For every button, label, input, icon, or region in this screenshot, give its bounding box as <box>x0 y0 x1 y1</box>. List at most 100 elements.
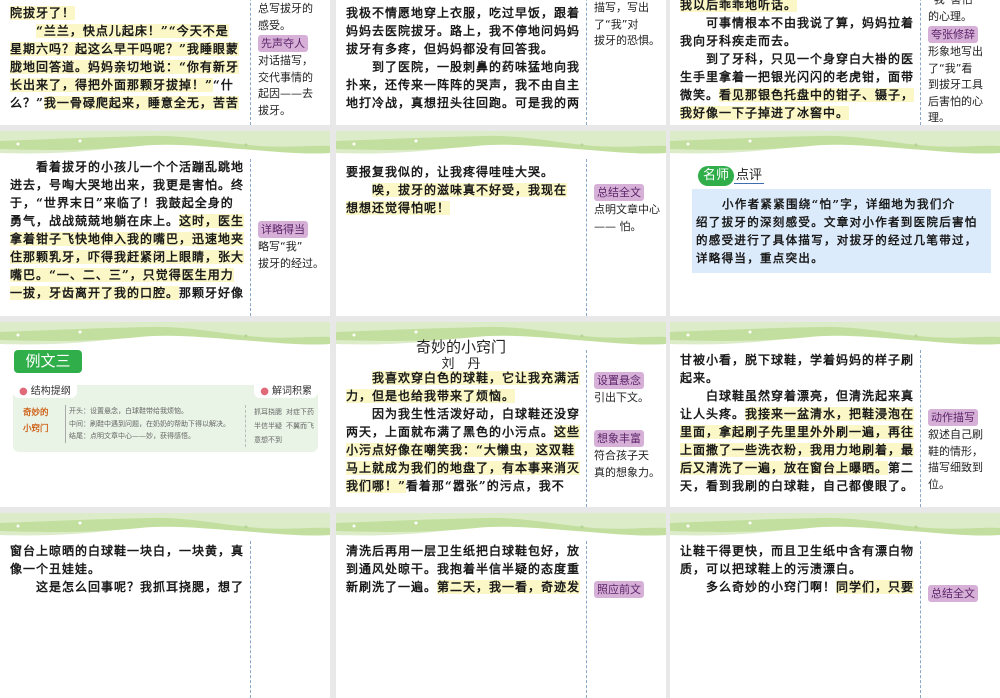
slide-thumbnail[interactable]: 看着拔牙的小孩儿一个个活蹦乱跳地 进去，号啕大哭地出来，我更是害怕。终 于，“世界末… <box>0 131 330 316</box>
text-line: 于，“世界末日”来临了！我鼓起全身的 <box>10 194 246 212</box>
decorative-header-band <box>0 322 330 352</box>
annotation-text: 描写细致到 <box>928 461 983 474</box>
slide-thumbnail[interactable]: 奇妙的小窍门刘 丹我喜欢穿白色的球鞋，它让我充满活 力，但是也给我带来了烦恼。 因为… <box>336 322 666 507</box>
text-line: 我极不情愿地穿上衣服，吃过早饭，跟着 <box>346 4 582 22</box>
slide-thumbnail[interactable]: 例文三 ● 结构提纲 ● 解词积累 奇妙的 小窍门 开头：设置悬念，白球鞋带给我烦恼。 中间：刷… <box>0 322 330 507</box>
annotation-tag: 设置悬念 <box>594 372 644 389</box>
annotation-note: 设置悬念 引出下文。 <box>594 371 664 407</box>
word-item: 抓耳挠腮 <box>254 408 282 416</box>
highlighted-text: 我以后乖乖地听话。 <box>680 0 798 12</box>
dashed-divider <box>586 541 587 698</box>
slide-thumbnail[interactable]: 院拔牙了！ “兰兰，快点儿起床！”“今天不是 星期六吗？起这么早干吗呢？”我睡眼蒙胧… <box>0 0 330 125</box>
annotation-tag: 照应前文 <box>594 581 644 598</box>
article-text: 要报复我似的，让我疼得哇哇大哭。 唉，拔牙的滋味真不好受，我现在 想想还觉得怕呢！ <box>346 163 582 217</box>
slide-thumbnail[interactable]: 要报复我似的，让我疼得哇哇大哭。 唉，拔牙的滋味真不好受，我现在 想想还觉得怕呢！总… <box>336 131 666 316</box>
text-line: 我们哪！”看着那“嚣张”的污点，我不 <box>346 477 582 495</box>
text-line: 起来。 <box>680 369 916 387</box>
slide-thumbnail[interactable]: 甘被小看，脱下球鞋，学着妈妈的样子刷 起来。 白球鞋虽然穿着漂亮，但清洗起来真 让人头… <box>670 322 1000 507</box>
text-line: 想想还觉得怕呢！ <box>346 199 582 217</box>
text-segment: 两天，上面就布满了黑色的小污点。 <box>346 425 555 439</box>
text-line: 像一个丑娃娃。 <box>10 560 246 578</box>
annotation-note: 总结全文 <box>928 584 998 603</box>
outline-item: 中间：刷鞋中遇到问题，在奶奶的帮助下得以解决。 <box>69 419 230 428</box>
dashed-divider <box>920 0 921 125</box>
outline-item: 结尾：点明文章中心——妙，获得感悟。 <box>69 432 195 440</box>
annotation-note: 照应前文 <box>594 580 664 599</box>
text-segment: 甘被小看，脱下球鞋，学着妈妈的样子刷 <box>680 353 915 367</box>
annotation-text: 起因——去 <box>258 87 313 100</box>
annotation-note: 详略得当 略写“我” 拔牙的经过。 <box>258 220 328 272</box>
text-line: 嘴巴。“一、二、三”，只觉得医生用力 <box>10 266 246 284</box>
text-line: 里面，拿起刷子先里里外外刷一遍，再往 <box>680 423 916 441</box>
highlighted-text: 里面，拿起刷子先里里外外刷一遍，再往 <box>680 425 915 439</box>
text-line: 唉，拔牙的滋味真不好受，我现在 <box>346 181 582 199</box>
slide-thumbnail[interactable]: 清洗后再用一层卫生纸把白球鞋包好，放 到通风处晾干。我抱着半信半疑的态度重 新刷洗了… <box>336 513 666 698</box>
text-segment: 像一个丑娃娃。 <box>10 562 102 576</box>
annotation-tag: 总结全文 <box>928 585 978 602</box>
teacher-badge: 名师 <box>698 166 735 186</box>
text-line: 白球鞋虽然穿着漂亮，但清洗起来真 <box>680 387 916 405</box>
text-line: 质，可以把球鞋上的污渍漂白。 <box>680 560 916 578</box>
highlighted-text: 长出来了，得把外面那颗牙拔掉！” <box>10 78 213 92</box>
article-text: 窗台上晾晒的白球鞋一块白，一块黄，真 像一个丑娃娃。 这是怎么回事呢？我抓耳挠腮，想… <box>10 542 246 596</box>
annotation-text: 真的想象力。 <box>594 465 660 479</box>
decorative-header-band <box>336 513 666 543</box>
text-segment: 地打冷战，真想扭头往回跑。可是我的两 <box>346 96 581 110</box>
highlighted-text: 小污点好像在嘲笑我：“大懒虫，这双鞋 <box>346 443 575 457</box>
text-segment: 因为我生性活泼好动，白球鞋还没穿 <box>372 407 581 421</box>
slide-thumbnail[interactable]: 我以后乖乖地听话。 可事情根本不由我说了算，妈妈拉着 我向牙科疾走而去。 到了牙科，只… <box>670 0 1000 125</box>
text-line: 到了医院，一股刺鼻的药味猛地向我 <box>346 58 582 76</box>
slide-thumbnail[interactable]: 窗台上晾晒的白球鞋一块白，一块黄，真 像一个丑娃娃。 这是怎么回事呢？我抓耳挠腮，想… <box>0 513 330 698</box>
text-segment: 拔牙有多疼，但妈妈都没有回答我。 <box>346 42 555 56</box>
text-segment: 生手里拿着一把银光闪闪的老虎钳，面带 <box>680 70 915 84</box>
text-segment: 于，“世界末日”来临了！我鼓起全身的 <box>10 196 234 210</box>
text-line: 住那颗乳牙，吓得我赶紧闭上眼睛，张大 <box>10 248 246 266</box>
text-line: 两天，上面就布满了黑色的小污点。这些 <box>346 423 582 441</box>
text-line: 拿着钳子飞快地伸入我的嘴巴，迅速地夹 <box>10 230 246 248</box>
text-segment: 那颗牙好像 <box>179 286 245 300</box>
dashed-divider <box>920 541 921 698</box>
annotation-text: 到拔牙工具 <box>928 78 983 91</box>
text-line: 清洗后再用一层卫生纸把白球鞋包好，放 <box>346 542 582 560</box>
article-text: 我极不情愿地穿上衣服，吃过早饭，跟着 妈妈去医院拔牙。路上，我不停地问妈妈拔牙有多… <box>346 4 582 112</box>
highlighted-text: 一拔，牙齿离开了我的口腔。 <box>10 286 180 300</box>
annotation-text: 位。 <box>928 477 950 491</box>
word-item: 对症下药 <box>286 408 314 416</box>
text-segment: 的感受进行了具体描写，对拔牙的经过几笔带过， <box>696 233 978 247</box>
annotation-tag: 想象丰富 <box>594 430 644 447</box>
annotation-text: 略写“我” <box>258 240 303 253</box>
slide-thumbnail[interactable]: 让鞋干得更快，而且卫生纸中含有漂白物 质，可以把球鞋上的污渍漂白。 多么奇妙的小窍门… <box>670 513 1000 698</box>
text-line: 妈妈去医院拔牙。路上，我不停地问妈妈 <box>346 22 582 40</box>
annotation-text: 点明文章中心 <box>594 203 660 216</box>
highlighted-text: 同学们，只要 <box>836 580 915 594</box>
highlighted-text: 我喜欢穿白色的球鞋，它让我充满活 <box>372 371 581 385</box>
text-line: 力，但是也给我带来了烦恼。 <box>346 387 582 405</box>
article-text: 院拔牙了！ “兰兰，快点儿起床！”“今天不是 星期六吗？起这么早干吗呢？”我睡眼蒙胧… <box>10 4 246 112</box>
outline-center: 奇妙的 小窍门 <box>23 405 49 437</box>
text-line: 小污点好像在嘲笑我：“大懒虫，这双鞋 <box>346 441 582 459</box>
text-line: 生手里拿着一把银光闪闪的老虎钳，面带 <box>680 68 916 86</box>
highlighted-text: 这时，医生 <box>179 214 245 228</box>
annotation-text: 对话描写， <box>258 54 313 67</box>
text-line: 一拔，牙齿离开了我的口腔。那颗牙好像 <box>10 284 246 302</box>
highlighted-text: 胧地回答道。妈妈亲切地说：“你有新牙 <box>10 60 239 74</box>
text-line: 我向牙科疾走而去。 <box>680 32 916 50</box>
text-line: 到通风处晾干。我抱着半信半疑的态度重 <box>346 560 582 578</box>
annotation-text: 鞋的情形， <box>928 444 983 458</box>
highlighted-text: 第二天，我一看，奇迹发 <box>437 580 581 594</box>
article-text: 清洗后再用一层卫生纸把白球鞋包好，放 到通风处晾干。我抱着半信半疑的态度重 新刷洗了… <box>346 542 582 596</box>
text-line: 小作者紧紧围绕“怕”字，详细地为我们介 <box>696 195 987 213</box>
text-segment: 可事情根本不由我说了算，妈妈拉着 <box>706 16 915 30</box>
annotation-text: “我”害怕 <box>928 0 998 9</box>
highlighted-text: 后又清洗了一遍，放在窗台上曝晒。 <box>680 461 889 475</box>
slide-thumbnail[interactable]: 名师 点评 小作者紧紧围绕“怕”字，详细地为我们介 绍了拔牙的深刻感受。文章对小作者到… <box>670 131 1000 316</box>
annotation-text: 感受。 <box>258 18 291 32</box>
highlighted-text: 马上就成为我们的地盘了，有本事来消灭 <box>346 461 581 475</box>
example-badge: 例文三 <box>14 350 82 373</box>
outline-center-line: 小窍门 <box>23 424 49 434</box>
bullet-icon: ● <box>19 386 28 397</box>
slide-thumbnail[interactable]: 我极不情愿地穿上衣服，吃过早饭，跟着 妈妈去医院拔牙。路上，我不停地问妈妈拔牙有多… <box>336 0 666 125</box>
text-line: 可事情根本不由我说了算，妈妈拉着 <box>680 14 916 32</box>
text-line: 地打冷战，真想扭头往回跑。可是我的两 <box>346 94 582 112</box>
text-line: 星期六吗？起这么早干吗呢？”我睡眼蒙 <box>10 40 246 58</box>
